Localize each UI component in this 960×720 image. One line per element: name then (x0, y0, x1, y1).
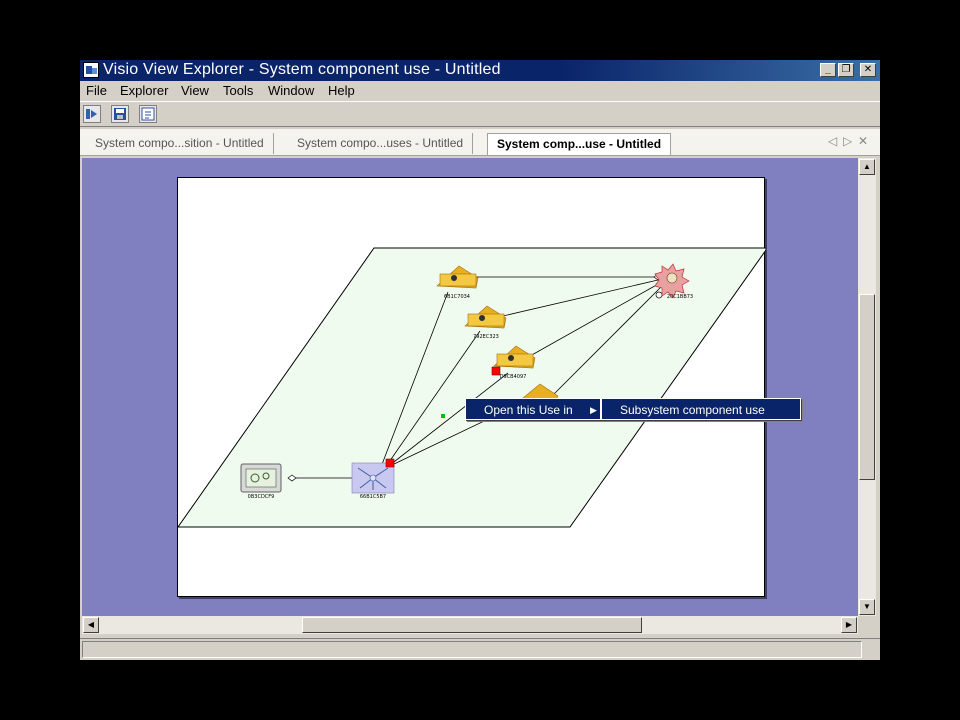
save-icon (114, 108, 126, 120)
window-title: Visio View Explorer - System component u… (103, 61, 501, 78)
tab-system-component-uses[interactable]: System compo...uses - Untitled (288, 133, 474, 154)
scroll-down-icon[interactable]: ▼ (859, 599, 875, 615)
title-bar[interactable]: Visio View Explorer - System component u… (80, 60, 880, 81)
context-submenu[interactable]: Subsystem component use (601, 398, 801, 420)
minimize-button[interactable]: _ (820, 63, 836, 77)
refresh-button[interactable] (139, 105, 157, 123)
restore-button[interactable]: ❐ (838, 63, 854, 77)
explorer-icon (86, 109, 97, 119)
green-control-handle[interactable] (441, 414, 445, 418)
vertical-scrollbar[interactable]: ▲ ▼ (858, 158, 876, 616)
node-label: 66B1C5B7 (360, 494, 386, 500)
status-pane (82, 641, 862, 658)
menu-window[interactable]: Window (268, 83, 314, 98)
horizontal-scroll-thumb[interactable] (302, 617, 642, 633)
menu-bar: File Explorer View Tools Window Help (80, 81, 880, 100)
node-label: 6B1C7034 (444, 294, 470, 300)
menu-help[interactable]: Help (328, 83, 355, 98)
scroll-left-icon[interactable]: ◀ (83, 617, 99, 633)
drawing-page[interactable]: 0B3CDCF9 66B1C5B7 6B1C7034 792EC323 D9CB… (177, 177, 766, 598)
tab-close-icon[interactable]: ✕ (858, 134, 868, 148)
document-tabs: System compo...sition - Untitled System … (80, 129, 880, 156)
visio-app-icon[interactable] (83, 62, 99, 78)
node-label: 792EC323 (473, 334, 499, 340)
close-button[interactable]: ✕ (860, 63, 876, 77)
connector-end-icon (655, 291, 663, 299)
save-button[interactable] (111, 105, 129, 123)
menu-file[interactable]: File (86, 83, 107, 98)
tab-scroll-right-icon[interactable]: ▷ (843, 134, 852, 148)
diagram-canvas[interactable]: 0B3CDCF9 66B1C5B7 6B1C7034 792EC323 D9CB… (178, 178, 766, 598)
menu-tools[interactable]: Tools (223, 83, 253, 98)
scroll-up-icon[interactable]: ▲ (859, 159, 875, 175)
open-this-use-in-item[interactable]: Open this Use in (484, 399, 573, 421)
selection-handle[interactable] (385, 458, 395, 468)
node-label: D9CB4097 (500, 374, 527, 380)
submenu-arrow-icon: ▶ (590, 405, 597, 415)
tab-system-composition[interactable]: System compo...sition - Untitled (86, 133, 274, 154)
tab-system-component-use[interactable]: System comp...use - Untitled (487, 133, 672, 155)
horizontal-scrollbar[interactable]: ◀ ▶ (82, 616, 858, 634)
node-label: 20C1BB73 (667, 294, 693, 300)
toolbar (80, 101, 880, 127)
menu-view[interactable]: View (181, 83, 209, 98)
scroll-right-icon[interactable]: ▶ (841, 617, 857, 633)
app-window: Visio View Explorer - System component u… (80, 60, 880, 660)
drawing-workspace[interactable]: 0B3CDCF9 66B1C5B7 6B1C7034 792EC323 D9CB… (82, 158, 858, 616)
context-menu[interactable]: Open this Use in ▶ (465, 398, 601, 420)
vertical-scroll-thumb[interactable] (859, 294, 875, 480)
explorer-button[interactable] (83, 105, 101, 123)
refresh-icon (141, 107, 155, 121)
subsystem-component-use-item[interactable]: Subsystem component use (620, 399, 765, 421)
node-label: 0B3CDCF9 (248, 494, 275, 500)
status-bar (80, 638, 880, 660)
menu-explorer[interactable]: Explorer (120, 83, 168, 98)
tab-scroll-left-icon[interactable]: ◁ (828, 134, 837, 148)
